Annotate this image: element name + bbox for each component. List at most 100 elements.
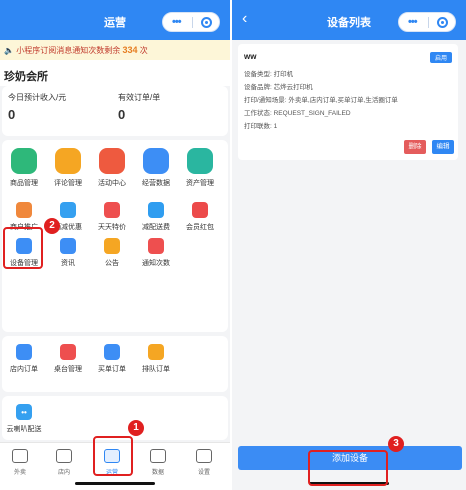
grid-item-label: 公告 <box>105 260 119 267</box>
chat-icon <box>55 148 81 174</box>
device-brand: 设备品牌: 芯烨云打印机 <box>244 84 313 91</box>
chart-icon <box>150 449 166 463</box>
store-icon <box>16 202 32 218</box>
tab-clipboard[interactable]: 外卖 <box>0 449 40 476</box>
grid-item-label: 评论管理 <box>54 180 82 187</box>
grid-item-g13[interactable]: 通知次数 <box>134 238 178 268</box>
grid-item-g4[interactable]: 资产管理 <box>178 148 222 188</box>
discount-icon <box>60 202 76 218</box>
grid-item-label: 通知次数 <box>142 260 170 267</box>
notice-count: 334 <box>122 45 138 55</box>
grid-item-label: 经营数据 <box>142 180 170 187</box>
step-badge-2: 2 <box>44 218 60 234</box>
valid-orders: 有效订单/单 0 <box>118 92 160 122</box>
tag-icon <box>104 202 120 218</box>
tab-gear[interactable]: 设置 <box>184 449 224 476</box>
today-income-label: 今日预计收入/元 <box>8 93 67 102</box>
notice-bar: 🔈 小程序订阅消息通知次数剩余 334 次 <box>0 40 230 60</box>
device-status: 工作状态: REQUEST_SIGN_FAILED <box>244 110 351 117</box>
grid-item-g1[interactable]: 评论管理 <box>46 148 90 188</box>
tab-label: 外卖 <box>13 470 26 476</box>
grid-item-g0[interactable]: 商品管理 <box>2 148 46 188</box>
yun-card: •• 云喇叭配送 <box>2 396 228 440</box>
device-copies: 打印联数: 1 <box>244 123 278 130</box>
home-indicator <box>75 482 155 485</box>
device-name: ww <box>244 52 257 61</box>
yen-icon <box>187 148 213 174</box>
tab-chart[interactable]: 数据 <box>138 449 178 476</box>
grid-item-o0[interactable]: 店内订单 <box>2 344 46 374</box>
device-list-screen: ‹ 设备列表 ••• ww 启用 设备类型: 打印机 设备品牌: 芯烨云打印机 … <box>232 0 466 490</box>
miniprogram-capsule[interactable]: ••• <box>398 12 456 32</box>
income-card: 今日预计收入/元 0 有效订单/单 0 <box>2 86 228 136</box>
speaker-icon: 🔈 <box>4 46 14 55</box>
today-income-value: 0 <box>8 107 16 122</box>
grid-item-g12[interactable]: 公告 <box>90 238 134 268</box>
nav-bar: ‹ 设备列表 ••• <box>232 0 466 40</box>
grid-item-label: 资讯 <box>61 260 75 267</box>
dining-icon <box>56 449 72 463</box>
grid-item-g7[interactable]: 天天特价 <box>90 202 134 232</box>
grid-item-o2[interactable]: 买单订单 <box>90 344 134 374</box>
clipboard-icon <box>16 344 32 360</box>
step-badge-3: 3 <box>388 436 404 452</box>
highlight-add-device <box>308 450 388 486</box>
grid-item-label: 会员红包 <box>186 224 214 231</box>
grid-item-g8[interactable]: 减配送费 <box>134 202 178 232</box>
queue-icon <box>148 344 164 360</box>
grid-item-label: 买单订单 <box>98 366 126 373</box>
delivery-icon <box>148 202 164 218</box>
device-card: ww 启用 设备类型: 打印机 设备品牌: 芯烨云打印机 打印/通知场景: 外卖… <box>238 44 458 160</box>
device-scenes: 打印/通知场景: 外卖单,店内订单,买单订单,生活圈订单 <box>244 97 398 104</box>
more-icon[interactable]: ••• <box>408 16 418 28</box>
capsule-divider <box>428 17 429 28</box>
highlight-device-manage <box>3 227 43 269</box>
grid-item-label: 商品管理 <box>10 180 38 187</box>
cloud-speaker-icon: •• <box>16 404 32 420</box>
device-type: 设备类型: 打印机 <box>244 71 294 78</box>
receipt-icon <box>104 344 120 360</box>
grid-item-o3[interactable]: 排队订单 <box>134 344 178 374</box>
grid-item-g11[interactable]: 资讯 <box>46 238 90 268</box>
grid-item-o1[interactable]: 桌台管理 <box>46 344 90 374</box>
valid-orders-value: 0 <box>118 107 126 122</box>
tab-label: 数据 <box>151 470 164 476</box>
bag-icon <box>11 148 37 174</box>
percent-icon <box>99 148 125 174</box>
gear-icon <box>196 449 212 463</box>
valid-orders-label: 有效订单/单 <box>118 93 161 102</box>
announcement-icon <box>104 238 120 254</box>
clipboard-icon <box>12 449 28 463</box>
tab-dining[interactable]: 店内 <box>44 449 84 476</box>
close-miniprogram-icon[interactable] <box>201 17 212 28</box>
table-icon <box>60 344 76 360</box>
grid-item-yun[interactable]: •• 云喇叭配送 <box>2 404 46 434</box>
today-income: 今日预计收入/元 0 <box>8 92 66 122</box>
close-miniprogram-icon[interactable] <box>437 17 448 28</box>
grid-item-label: 天天特价 <box>98 224 126 231</box>
order-grid: 店内订单 桌台管理 买单订单 排队订单 <box>2 336 228 392</box>
step-badge-1: 1 <box>128 420 144 436</box>
highlight-operations-tab <box>93 436 133 476</box>
grid-item-g9[interactable]: 会员红包 <box>178 202 222 232</box>
tab-label: 设置 <box>197 470 210 476</box>
grid-item-label: 桌台管理 <box>54 366 82 373</box>
miniprogram-capsule[interactable]: ••• <box>162 12 220 32</box>
alarm-icon <box>148 238 164 254</box>
grid-item-label: 排队订单 <box>142 366 170 373</box>
nav-bar: 运营 ••• <box>0 0 230 40</box>
grid-item-label: 资产管理 <box>186 180 214 187</box>
more-icon[interactable]: ••• <box>172 16 182 28</box>
edit-button[interactable]: 编辑 <box>432 140 454 154</box>
grid-item-label: 云喇叭配送 <box>6 426 42 433</box>
capsule-divider <box>192 17 193 28</box>
grid-item-g3[interactable]: 经营数据 <box>134 148 178 188</box>
status-badge: 启用 <box>429 52 452 63</box>
notice-suffix: 次 <box>139 46 148 55</box>
grid-item-label: 店内订单 <box>10 366 38 373</box>
delete-button[interactable]: 删除 <box>404 140 426 154</box>
grid-item-g2[interactable]: 活动中心 <box>90 148 134 188</box>
notice-text: 小程序订阅消息通知次数剩余 <box>16 46 121 55</box>
red-packet-icon <box>192 202 208 218</box>
grid-item-label: 减配送费 <box>142 224 170 231</box>
